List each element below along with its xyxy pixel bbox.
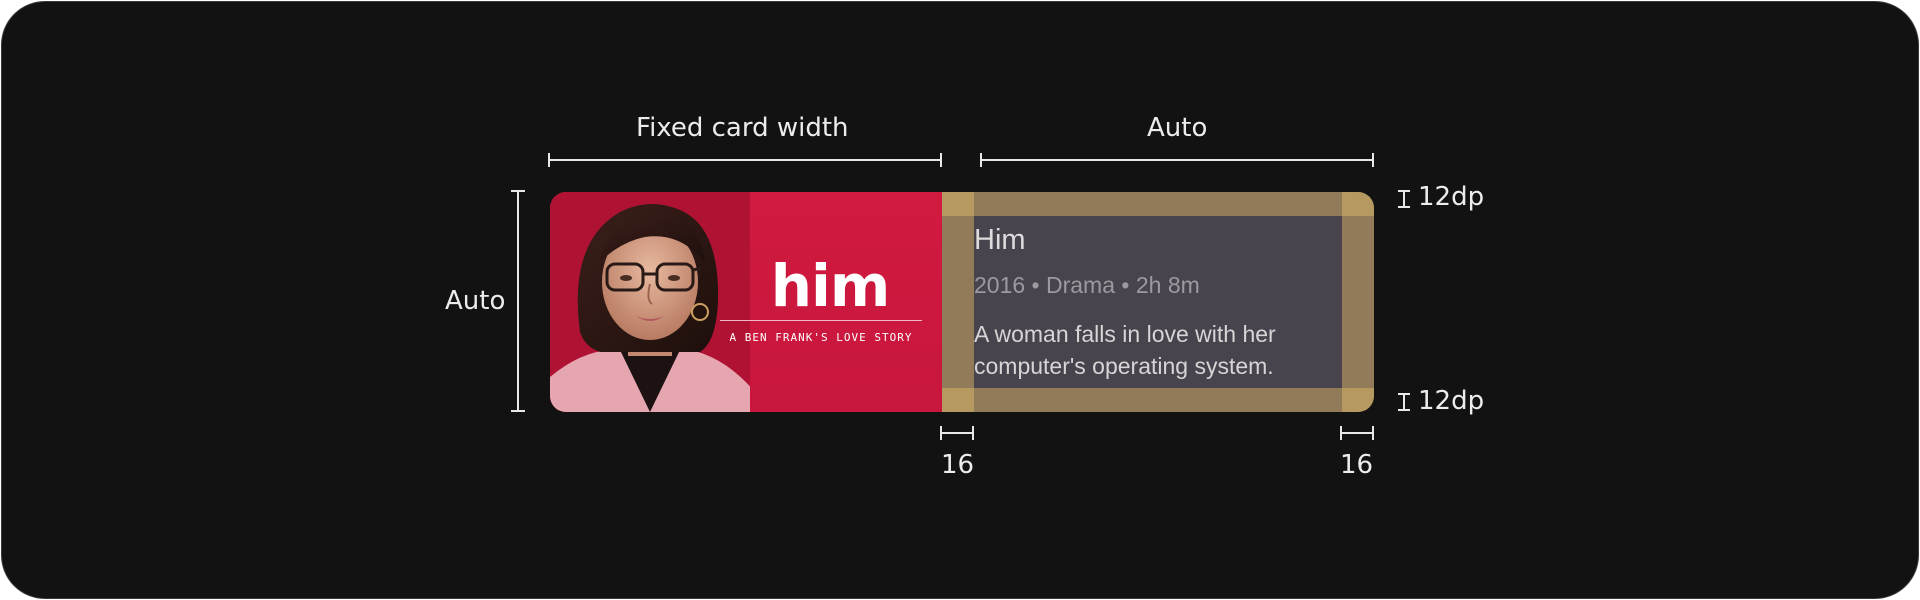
padding-corner [942, 192, 974, 216]
poster-tagline: A BEN FRANK'S LOVE STORY [729, 331, 913, 344]
movie-card[interactable]: him A BEN FRANK'S LOVE STORY Him 2016 • … [550, 192, 1374, 412]
top-padding-overlay [942, 192, 1374, 216]
movie-description: A woman falls in love with her computer'… [974, 321, 1276, 379]
auto-height-dimension-line [511, 190, 525, 412]
movie-title: Him [974, 224, 1026, 256]
padding-corner [942, 388, 974, 412]
diagram-canvas: Fixed card width Auto Auto 12dp 12dp 16 … [1, 1, 1919, 599]
padding-corner [1342, 192, 1374, 216]
padding-corner [1342, 388, 1374, 412]
poster-title: him [770, 252, 891, 320]
poster-divider [720, 320, 922, 321]
bottom-padding-overlay [942, 388, 1374, 412]
portrait-illustration [550, 192, 750, 412]
auto-width-dimension-line [980, 153, 1374, 167]
bottom-padding-dimension-line [1398, 393, 1410, 411]
fixed-width-dimension-line [548, 153, 942, 167]
right-padding-dimension-line [1340, 426, 1374, 440]
movie-meta: 2016 • Drama • 2h 8m [974, 272, 1200, 298]
movie-poster: him A BEN FRANK'S LOVE STORY [550, 192, 942, 412]
card-content: Him 2016 • Drama • 2h 8m A woman falls i… [942, 192, 1374, 412]
left-padding-dimension-line [940, 426, 974, 440]
left-padding-overlay [942, 216, 974, 388]
top-padding-dimension-line [1398, 190, 1410, 208]
